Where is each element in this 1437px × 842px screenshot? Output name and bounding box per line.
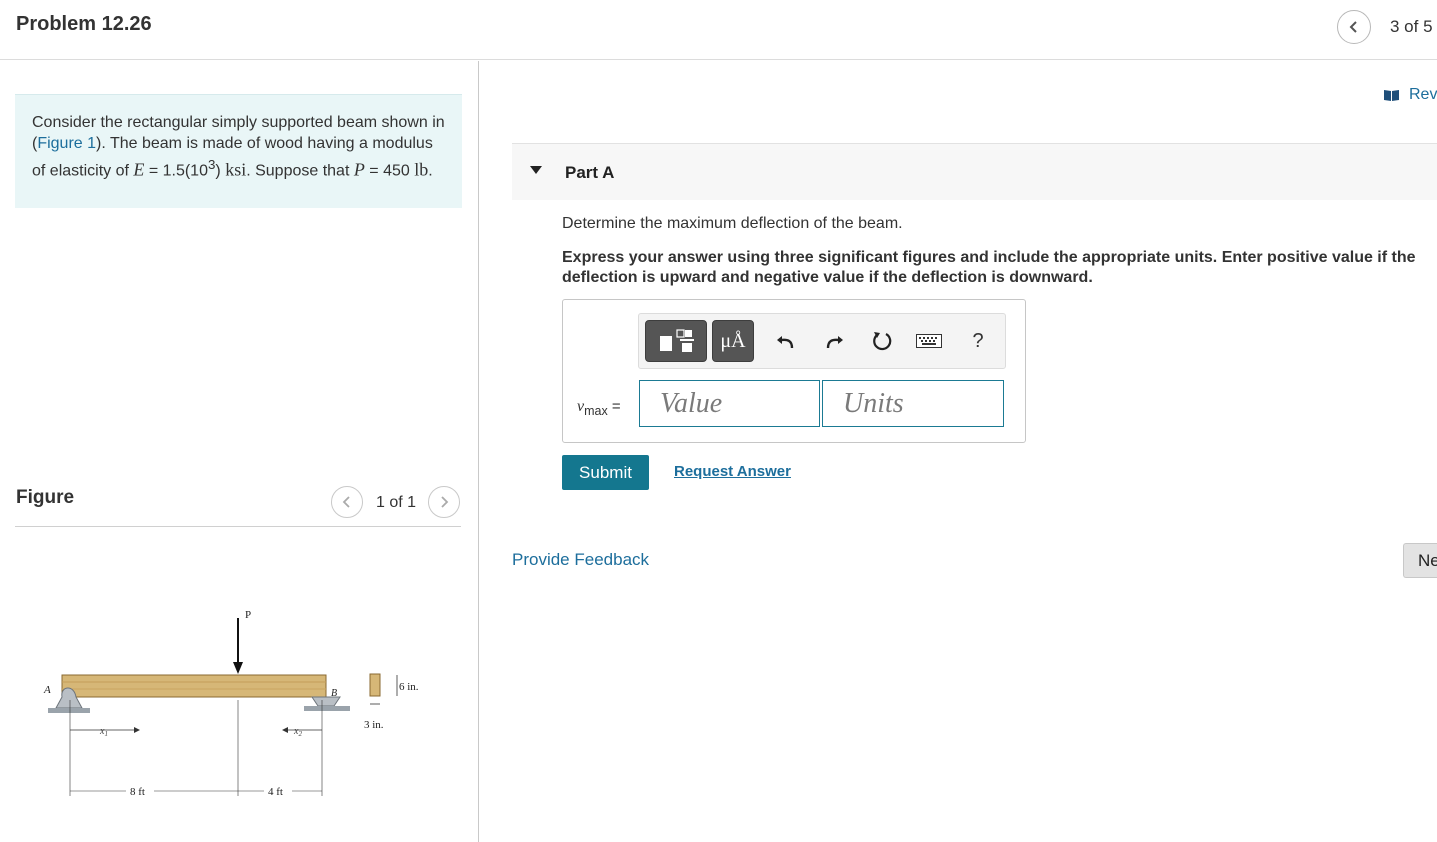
variable-equals: = [607,398,621,415]
keyboard-button[interactable] [912,320,946,362]
problem-nav-count: 3 of 5 [1390,17,1433,36]
cross-section [369,673,381,697]
undo-button[interactable] [771,320,801,362]
math-toolbar: μÅ ? [638,313,1006,369]
variable-subscript: max [584,404,608,418]
header: Problem 12.26 3 of 5 [0,0,1437,60]
x2-arrowhead [282,727,288,733]
problem-text: . Suppose that [246,162,354,180]
panel-divider [478,61,479,842]
figure-next-button[interactable] [428,486,460,518]
problem-title: Problem 12.26 [16,13,152,35]
support-a-label: A [43,684,51,696]
x2-label: x2 [293,726,302,738]
next-button[interactable]: Next [1403,543,1437,578]
question-text: Determine the maximum deflection of the … [562,215,903,232]
figure-link[interactable]: Figure 1 [37,135,96,152]
x1-label: x1 [99,726,108,738]
help-button[interactable]: ? [963,320,993,362]
beam-figure: P A B 6 in. 3 in. x1 x2 8 ft 4 ft [43,609,419,798]
keyboard-icon [916,334,942,348]
load-value: = 450 [364,162,415,180]
support-b-base [304,706,350,711]
span2-label: 4 ft [268,786,283,798]
figure-prev-button[interactable] [331,486,363,518]
figure-count: 1 of 1 [376,494,417,511]
value-input[interactable] [639,380,820,427]
load-arrowhead [233,662,243,674]
modulus-value: = 1.5(10 [144,162,208,180]
support-a-base [48,708,90,713]
problem-statement: Consider the rectangular simply supporte… [15,94,462,208]
span1-label: 8 ft [130,786,145,798]
part-title: Part A [565,163,615,182]
part-a-header[interactable]: Part A [512,143,1437,200]
load-unit: lb [414,159,429,180]
section-height-label: 6 in. [399,681,419,693]
templates-button[interactable] [645,320,707,362]
problem-text: . [428,162,433,180]
answer-box: μÅ ? vmax = [562,299,1026,443]
book-icon [1384,89,1399,101]
redo-button[interactable] [819,320,849,362]
undo-icon [777,336,794,349]
units-button[interactable]: μÅ [712,320,754,362]
redo-icon [826,336,843,349]
previous-problem-button[interactable] [1337,10,1371,44]
templates-icon [660,329,694,352]
support-b-label: B [331,688,337,699]
reset-button[interactable] [866,320,898,362]
chevron-right-icon [441,496,449,508]
section-width-label: 3 in. [364,719,384,731]
figure-divider [15,526,461,527]
modulus-unit: ksi [225,159,247,180]
review-link[interactable]: Rev [1383,86,1437,104]
provide-feedback-link[interactable]: Provide Feedback [512,550,649,570]
review-label: Rev [1409,86,1437,103]
beam [61,674,327,698]
reset-icon [873,332,892,351]
chevron-left-icon [1349,21,1357,33]
triangle-down-icon [530,166,542,174]
x1-arrowhead [134,727,140,733]
variable-label: vmax = [577,398,621,418]
load-symbol: P [353,159,365,180]
modulus-close: ) [215,162,226,180]
submit-button[interactable]: Submit [562,455,649,490]
answer-instructions: Express your answer using three signific… [562,249,1416,286]
units-input[interactable] [822,380,1004,427]
modulus-symbol: E [133,159,145,180]
load-label: P [245,609,251,621]
chevron-left-icon [342,496,350,508]
figure-heading: Figure [16,487,75,508]
request-answer-link[interactable]: Request Answer [674,463,791,480]
